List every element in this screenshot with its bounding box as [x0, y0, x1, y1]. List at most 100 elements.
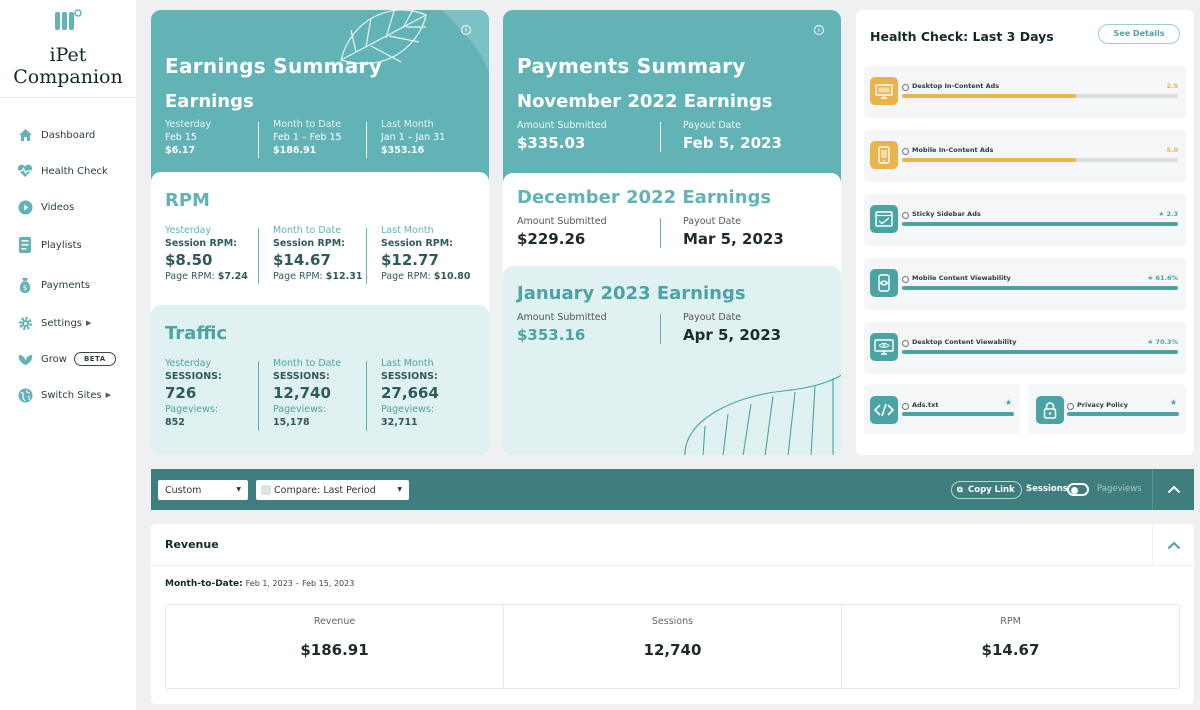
traffic-title: Traffic — [165, 323, 228, 344]
mtd-range: Feb 1, 2023 – Feb 15, 2023 — [245, 579, 355, 588]
amount-label: Amount Submitted — [517, 120, 607, 131]
chevron-up-icon — [1167, 485, 1180, 494]
col-label: Session RPM: — [273, 238, 345, 249]
payout-date-value: Apr 5, 2023 — [683, 326, 782, 344]
pageviews-value: 32,711 — [381, 417, 418, 428]
progress-fill — [902, 94, 1076, 98]
health-row-desktop-in-content-ads[interactable]: Desktop In-Content Ads 2.5 — [864, 66, 1186, 118]
date-range-select[interactable]: Custom ▼ — [158, 480, 248, 500]
earnings-summary-title: Earnings Summary — [165, 54, 383, 78]
health-row-privacy-policy[interactable]: Privacy Policy ★ — [1028, 384, 1186, 434]
payout-date-value: Feb 5, 2023 — [683, 134, 782, 152]
traffic-card: Traffic Yesterday SESSIONS: 726 Pageview… — [151, 305, 489, 455]
sidebar-item-label: Settings — [41, 317, 83, 329]
metric-rpm: RPM $14.67 — [842, 605, 1179, 688]
page-rpm-label: Page RPM: — [381, 271, 431, 282]
date-range-value: Custom — [165, 485, 202, 496]
caret-down-icon: ▼ — [397, 486, 402, 493]
progress-bar — [902, 350, 1178, 354]
sessions-pageviews-toggle[interactable] — [1067, 483, 1089, 496]
caret-down-icon: ▼ — [236, 486, 241, 493]
health-row-mobile-content-viewability[interactable]: Mobile Content Viewability ★ 61.6% — [864, 258, 1186, 310]
progress-fill — [902, 158, 1076, 162]
traffic-col-last-month: Last Month SESSIONS: 27,664 Pageviews: 3… — [381, 357, 481, 429]
mtd-line: Month-to-Date: Feb 1, 2023 – Feb 15, 202… — [165, 579, 354, 589]
sidebar-item-playlists[interactable]: Playlists — [0, 226, 136, 264]
amount-label: Amount Submitted — [517, 216, 607, 227]
health-row-value-text: 2.5 — [1166, 82, 1178, 90]
sidebar-item-label: Videos — [41, 201, 75, 213]
compare-select[interactable]: Compare: Last Period ▼ — [256, 480, 409, 500]
health-row-mobile-in-content-ads[interactable]: Mobile In-Content Ads 5.0 — [864, 130, 1186, 182]
info-icon[interactable] — [902, 276, 909, 283]
sidebar-item-payments[interactable]: $ Payments — [0, 266, 136, 304]
health-row-value: ★ 61.6% — [1128, 274, 1178, 282]
copy-link-label: Copy Link — [968, 485, 1015, 495]
sidebar-item-health-check[interactable]: Health Check — [0, 154, 136, 188]
see-details-button[interactable]: See Details — [1098, 24, 1180, 44]
info-icon[interactable] — [902, 403, 909, 410]
info-icon[interactable]: i — [814, 25, 824, 35]
collapse-button[interactable] — [1152, 469, 1194, 510]
info-icon[interactable]: i — [461, 25, 471, 35]
divider — [258, 361, 259, 431]
code-icon — [870, 396, 898, 424]
sidebar-item-dashboard[interactable]: Dashboard — [0, 118, 136, 152]
health-row-label: Sticky Sidebar Ads — [912, 210, 981, 218]
sidebar-item-videos[interactable]: Videos — [0, 190, 136, 224]
metric-sessions: Sessions 12,740 — [504, 605, 842, 688]
health-row-desktop-content-viewability[interactable]: Desktop Content Viewability ★ 70.3% — [864, 322, 1186, 374]
logo-mark-icon — [55, 9, 82, 30]
health-row-value-text: 61.6% — [1155, 274, 1178, 282]
payment-block-title: January 2023 Earnings — [517, 283, 746, 304]
earnings-section-title: Earnings — [165, 91, 254, 112]
caret-right-icon: ▶ — [105, 391, 112, 399]
earnings-summary-card: i Earnings Summary Earnings Yesterday Fe… — [151, 10, 489, 455]
col-head: Last Month — [381, 358, 434, 369]
metric-label: RPM — [1000, 616, 1021, 627]
info-icon[interactable] — [902, 84, 909, 91]
sidebar-item-switch-sites[interactable]: Switch Sites ▶ — [0, 378, 136, 412]
mobile-view-icon — [870, 269, 898, 297]
payout-date-label: Payout Date — [683, 120, 742, 131]
health-row-value-text: 70.3% — [1155, 338, 1178, 346]
rpm-card: RPM Yesterday Session RPM: $8.50 Page RP… — [151, 172, 489, 455]
svg-text:$: $ — [23, 284, 27, 292]
page-rpm-value: $10.80 — [433, 271, 471, 282]
progress-fill — [902, 222, 1178, 226]
sidebar-item-settings[interactable]: Settings ▶ — [0, 306, 136, 340]
info-icon[interactable] — [902, 212, 909, 219]
divider — [660, 218, 661, 248]
metric-revenue: Revenue $186.91 — [166, 605, 504, 688]
mobile-icon — [870, 141, 898, 169]
checkbox[interactable] — [261, 485, 271, 495]
info-icon[interactable] — [902, 148, 909, 155]
health-row-sticky-sidebar-ads[interactable]: Sticky Sidebar Ads ★ 2.3 — [864, 194, 1186, 246]
progress-bar — [1067, 412, 1179, 416]
amount-value: $229.26 — [517, 230, 586, 248]
copy-link-button[interactable]: ⧉ Copy Link — [951, 481, 1022, 499]
page-rpm-label: Page RPM: — [273, 271, 323, 282]
playlist-icon — [17, 237, 33, 253]
health-row-label: Mobile In-Content Ads — [912, 146, 994, 154]
divider — [258, 228, 259, 284]
info-icon[interactable] — [902, 340, 909, 347]
payments-summary-card: i Payments Summary November 2022 Earning… — [503, 10, 841, 455]
divider — [366, 228, 367, 284]
progress-bar — [902, 222, 1178, 226]
health-row-ads-txt[interactable]: Ads.txt ★ — [864, 384, 1020, 434]
col-value: 726 — [165, 384, 197, 402]
earnings-col-month-to-date: Month to Date Feb 1 – Feb 15 $186.91 — [273, 118, 373, 157]
col-head: Last Month — [381, 119, 434, 130]
revenue-collapse-button[interactable] — [1152, 524, 1194, 566]
col-value: $14.67 — [273, 251, 331, 269]
info-icon[interactable] — [1067, 403, 1074, 410]
progress-bar — [902, 94, 1178, 98]
sidebar-item-grow[interactable]: Grow BETA — [0, 342, 136, 376]
col-head: Last Month — [381, 225, 434, 236]
divider — [660, 314, 661, 344]
metric-value: $186.91 — [300, 641, 369, 659]
logo[interactable]: iPet Companion — [0, 0, 136, 98]
metric-value: $14.67 — [981, 641, 1040, 659]
caret-right-icon: ▶ — [86, 319, 92, 327]
